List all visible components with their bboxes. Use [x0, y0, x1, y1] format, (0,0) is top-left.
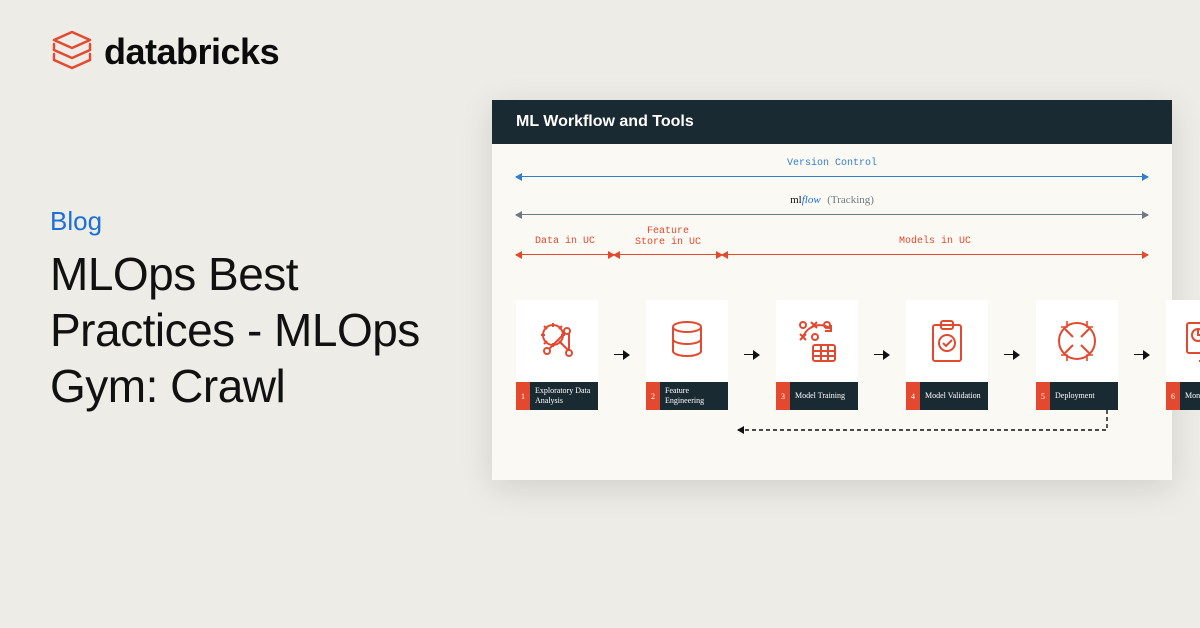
span-mlflow: mlflow (Tracking) [516, 208, 1148, 228]
stage-4: 4 Model Validation [906, 300, 988, 410]
mlflow-tracking: (Tracking) [827, 194, 874, 206]
arrow-4-5 [1004, 350, 1020, 360]
monitoring-icon [1166, 300, 1200, 382]
stage-1: 1 Exploratory Data Analysis [516, 300, 598, 410]
span-label-version-control: Version Control [516, 158, 1148, 169]
stage-3-label: Model Training [790, 382, 858, 410]
arrow-5-6 [1134, 350, 1150, 360]
training-icon [776, 300, 858, 382]
stage-4-label: Model Validation [920, 382, 988, 410]
workflow-stages: 1 Exploratory Data Analysis 2 Feature [516, 300, 1148, 410]
stage-5-num: 5 [1036, 382, 1050, 410]
brand-logo: databricks [50, 28, 279, 76]
stage-1-label: Exploratory Data Analysis [530, 382, 598, 410]
stage-2: 2 Feature Engineering [646, 300, 728, 410]
stage-1-num: 1 [516, 382, 530, 410]
stage-6-label: Monitoring [1180, 382, 1200, 410]
feedback-arrow [516, 410, 1148, 444]
mlflow-ml: ml [790, 194, 802, 206]
deployment-icon [1036, 300, 1118, 382]
arrow-2-3 [744, 350, 760, 360]
arrow-3-4 [874, 350, 890, 360]
mlflow-flow: flow [802, 194, 821, 206]
workflow-diagram: Version Control mlflow (Tracking) Data i… [492, 144, 1172, 468]
span-uc-row: Data in UC Feature Store in UC Models in… [516, 246, 1148, 270]
stage-3: 3 Model Training [776, 300, 858, 410]
arrow-1-2 [614, 350, 630, 360]
validation-icon [906, 300, 988, 382]
panel-title: ML Workflow and Tools [492, 100, 1172, 144]
stage-6: 6 Monitoring [1166, 300, 1200, 410]
stage-3-num: 3 [776, 382, 790, 410]
stage-5-label: Deployment [1050, 382, 1118, 410]
eda-icon [516, 300, 598, 382]
stage-2-label: Feature Engineering [660, 382, 728, 410]
stage-4-num: 4 [906, 382, 920, 410]
workflow-panel: ML Workflow and Tools Version Control ml… [492, 100, 1172, 480]
stage-2-num: 2 [646, 382, 660, 410]
category-label: Blog [50, 206, 102, 237]
brand-wordmark: databricks [104, 31, 279, 73]
stage-5: 5 Deployment [1036, 300, 1118, 410]
stage-6-num: 6 [1166, 382, 1180, 410]
page-title: MLOps Best Practices - MLOps Gym: Crawl [50, 246, 450, 414]
databricks-icon [50, 28, 94, 76]
span-version-control: Version Control [516, 170, 1148, 190]
feature-icon [646, 300, 728, 382]
